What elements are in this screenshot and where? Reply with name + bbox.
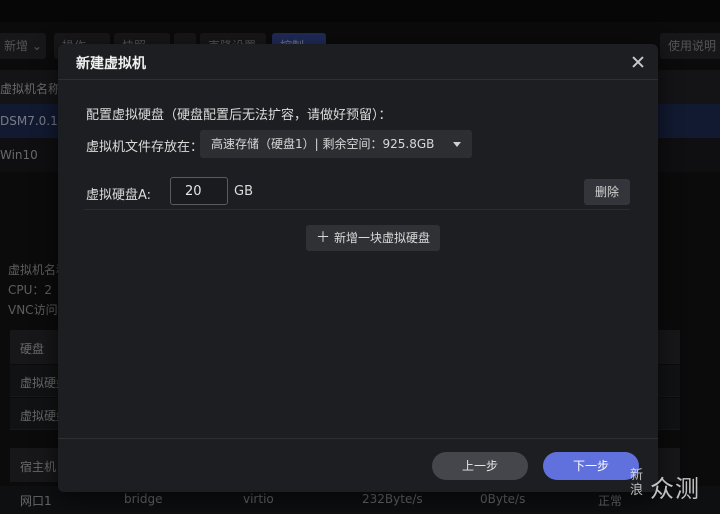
close-icon[interactable] (628, 52, 648, 72)
storage-label: 虚拟机文件存放在： (86, 140, 204, 155)
dialog-header: 新建虚拟机 (58, 44, 658, 80)
plus-icon: ＋ (315, 230, 330, 246)
next-step-button[interactable]: 下一步 (543, 452, 639, 480)
sina-watermark: 新浪 众测 (628, 466, 718, 506)
previous-step-button[interactable]: 上一步 (432, 452, 528, 480)
storage-select-value: 高速存储（硬盘1）| 剩余空间：925.8GB (211, 137, 435, 151)
new-vm-dialog: 新建虚拟机 配置虚拟硬盘（硬盘配置后无法扩容，请做好预留）： 虚拟机文件存放在：… (58, 44, 658, 492)
section-label: 配置虚拟硬盘（硬盘配置后无法扩容，请做好预留）： (86, 108, 392, 123)
disk-size-input[interactable] (170, 177, 228, 205)
disk-row: 虚拟硬盘A: GB 删除 (84, 174, 630, 210)
add-disk-label: 新增一块虚拟硬盘 (333, 231, 430, 245)
add-disk-button[interactable]: ＋新增一块虚拟硬盘 (306, 225, 440, 251)
caret-down-icon (453, 142, 461, 147)
dialog-title: 新建虚拟机 (76, 56, 146, 72)
watermark-large-text: 众测 (650, 475, 700, 503)
watermark-small-text: 新浪 (630, 468, 644, 498)
storage-select[interactable]: 高速存储（硬盘1）| 剩余空间：925.8GB (200, 130, 472, 158)
delete-disk-button[interactable]: 删除 (584, 179, 630, 205)
disk-a-label: 虚拟硬盘A: (86, 188, 152, 203)
dialog-footer: 上一步 下一步 (58, 438, 658, 492)
disk-unit: GB (234, 184, 253, 199)
